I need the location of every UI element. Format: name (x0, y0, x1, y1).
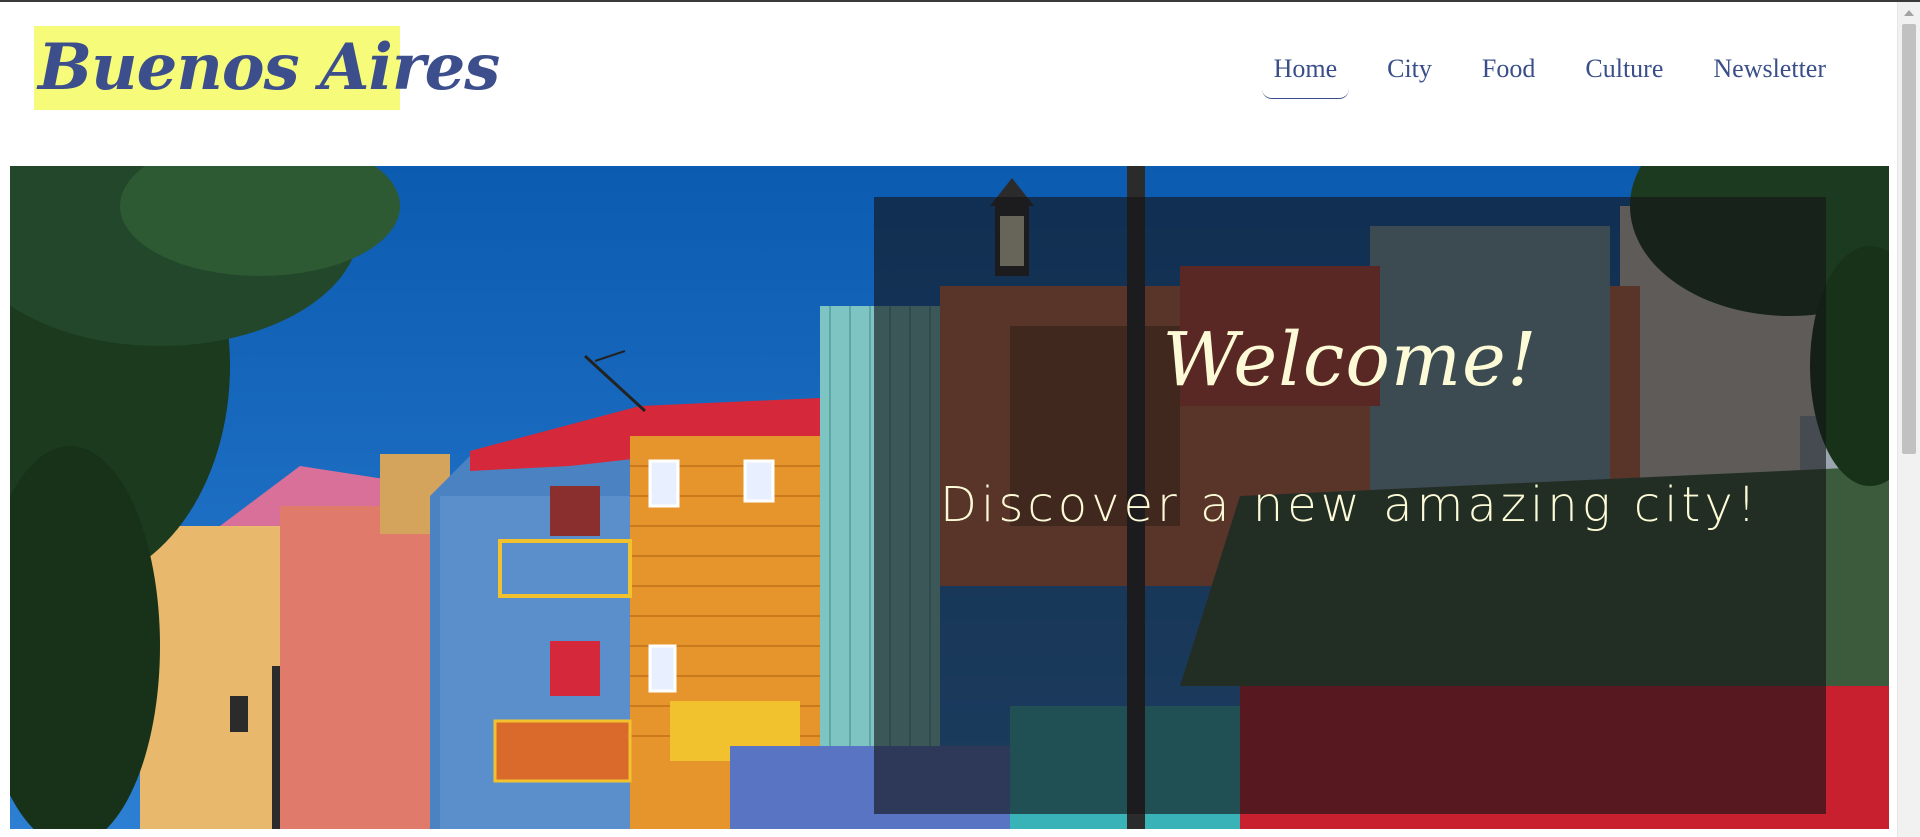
site-logo-text: Buenos Aires (38, 30, 500, 105)
scroll-up-arrow-icon[interactable] (1904, 10, 1914, 16)
site-logo[interactable]: Buenos Aires (34, 26, 500, 110)
nav-item-food[interactable]: Food (1470, 46, 1547, 99)
hero-overlay: Welcome! Discover a new amazing city! (874, 197, 1826, 814)
nav-item-culture[interactable]: Culture (1573, 46, 1675, 99)
main-nav: Home City Food Culture Newsletter (1236, 46, 1838, 99)
nav-item-city[interactable]: City (1375, 46, 1444, 99)
nav-item-home[interactable]: Home (1261, 46, 1350, 99)
scrollbar-thumb[interactable] (1902, 24, 1916, 454)
nav-item-newsletter[interactable]: Newsletter (1701, 46, 1838, 99)
hero-banner: Welcome! Discover a new amazing city! (10, 166, 1889, 829)
hero-title: Welcome! (1162, 317, 1538, 403)
page: Buenos Aires Home City Food Culture News… (0, 2, 1898, 837)
hero-subtitle: Discover a new amazing city! (940, 477, 1760, 533)
vertical-scrollbar[interactable] (1897, 2, 1920, 837)
